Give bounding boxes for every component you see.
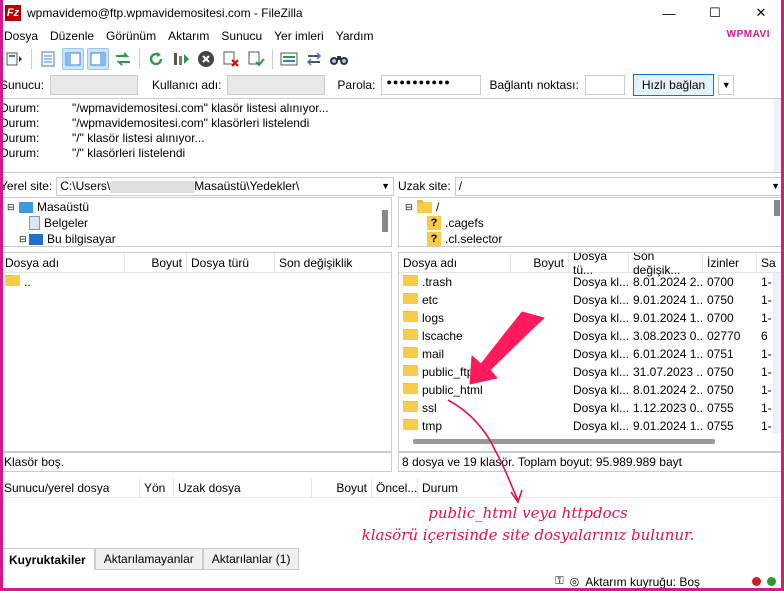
annotation-text: public_html veya httpdocs klasörü içeris…	[361, 504, 695, 544]
annotation-line	[447, 399, 519, 501]
arrow-pointer-icon	[469, 311, 545, 385]
